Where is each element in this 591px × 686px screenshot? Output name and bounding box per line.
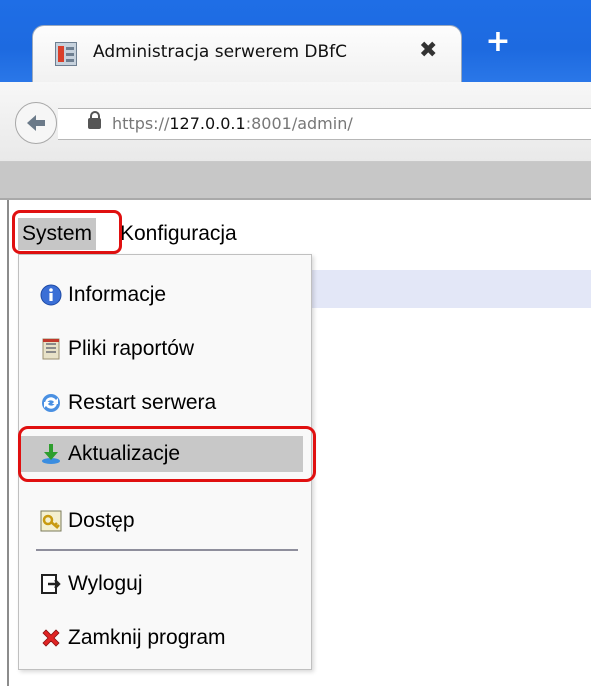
menu-item-label: Wyloguj [68, 572, 143, 595]
menu-item-zamknij-program[interactable]: Zamknij program [40, 620, 302, 656]
menu-konfiguracja[interactable]: Konfiguracja [120, 218, 237, 250]
lock-icon [88, 111, 101, 129]
highlight-outline-aktualizacje [18, 426, 316, 482]
menu-item-wyloguj[interactable]: Wyloguj [40, 566, 302, 602]
tab-title: Administracja serwerem DBfC [93, 42, 348, 62]
menu-item-label: Zamknij program [68, 626, 226, 649]
highlight-outline-system [12, 210, 122, 254]
menu-item-label: Informacje [68, 283, 167, 306]
browser-titlebar: Administracja serwerem DBfC ✖ + [0, 0, 591, 83]
key-icon [40, 510, 62, 532]
restart-icon [42, 394, 60, 412]
content-row-stripe [300, 270, 591, 308]
toolbar-strip [0, 162, 591, 200]
back-arrow-icon [27, 115, 45, 131]
url-port-path: :8001/admin/ [245, 114, 353, 133]
menu-item-label: Restart serwera [68, 391, 217, 414]
page-border [7, 200, 9, 686]
close-program-icon [42, 629, 60, 647]
back-button[interactable] [15, 102, 57, 144]
site-favicon-icon [55, 42, 77, 66]
menu-item-dostep[interactable]: Dostęp [40, 503, 302, 539]
menu-item-restart-serwera[interactable]: Restart serwera [40, 385, 302, 421]
address-bar[interactable]: https://127.0.0.1:8001/admin/ [58, 108, 591, 140]
menu-item-label: Dostęp [68, 509, 135, 532]
browser-tab[interactable]: Administracja serwerem DBfC ✖ [32, 25, 462, 83]
url-host: 127.0.0.1 [169, 114, 246, 133]
browser-navbar: https://127.0.0.1:8001/admin/ [0, 82, 591, 162]
address-text[interactable]: https://127.0.0.1:8001/admin/ [112, 114, 353, 133]
menu-item-informacje[interactable]: Informacje [40, 277, 302, 313]
info-icon [40, 284, 62, 306]
report-files-icon [42, 338, 60, 360]
menu-item-pliki-raportow[interactable]: Pliki raportów [40, 331, 302, 367]
menu-item-label: Pliki raportów [68, 337, 195, 360]
url-scheme: https:// [112, 114, 170, 133]
new-tab-button[interactable]: + [482, 26, 514, 58]
menu-separator [36, 549, 298, 551]
tab-close-icon[interactable]: ✖ [419, 38, 437, 63]
logout-icon [41, 574, 61, 594]
